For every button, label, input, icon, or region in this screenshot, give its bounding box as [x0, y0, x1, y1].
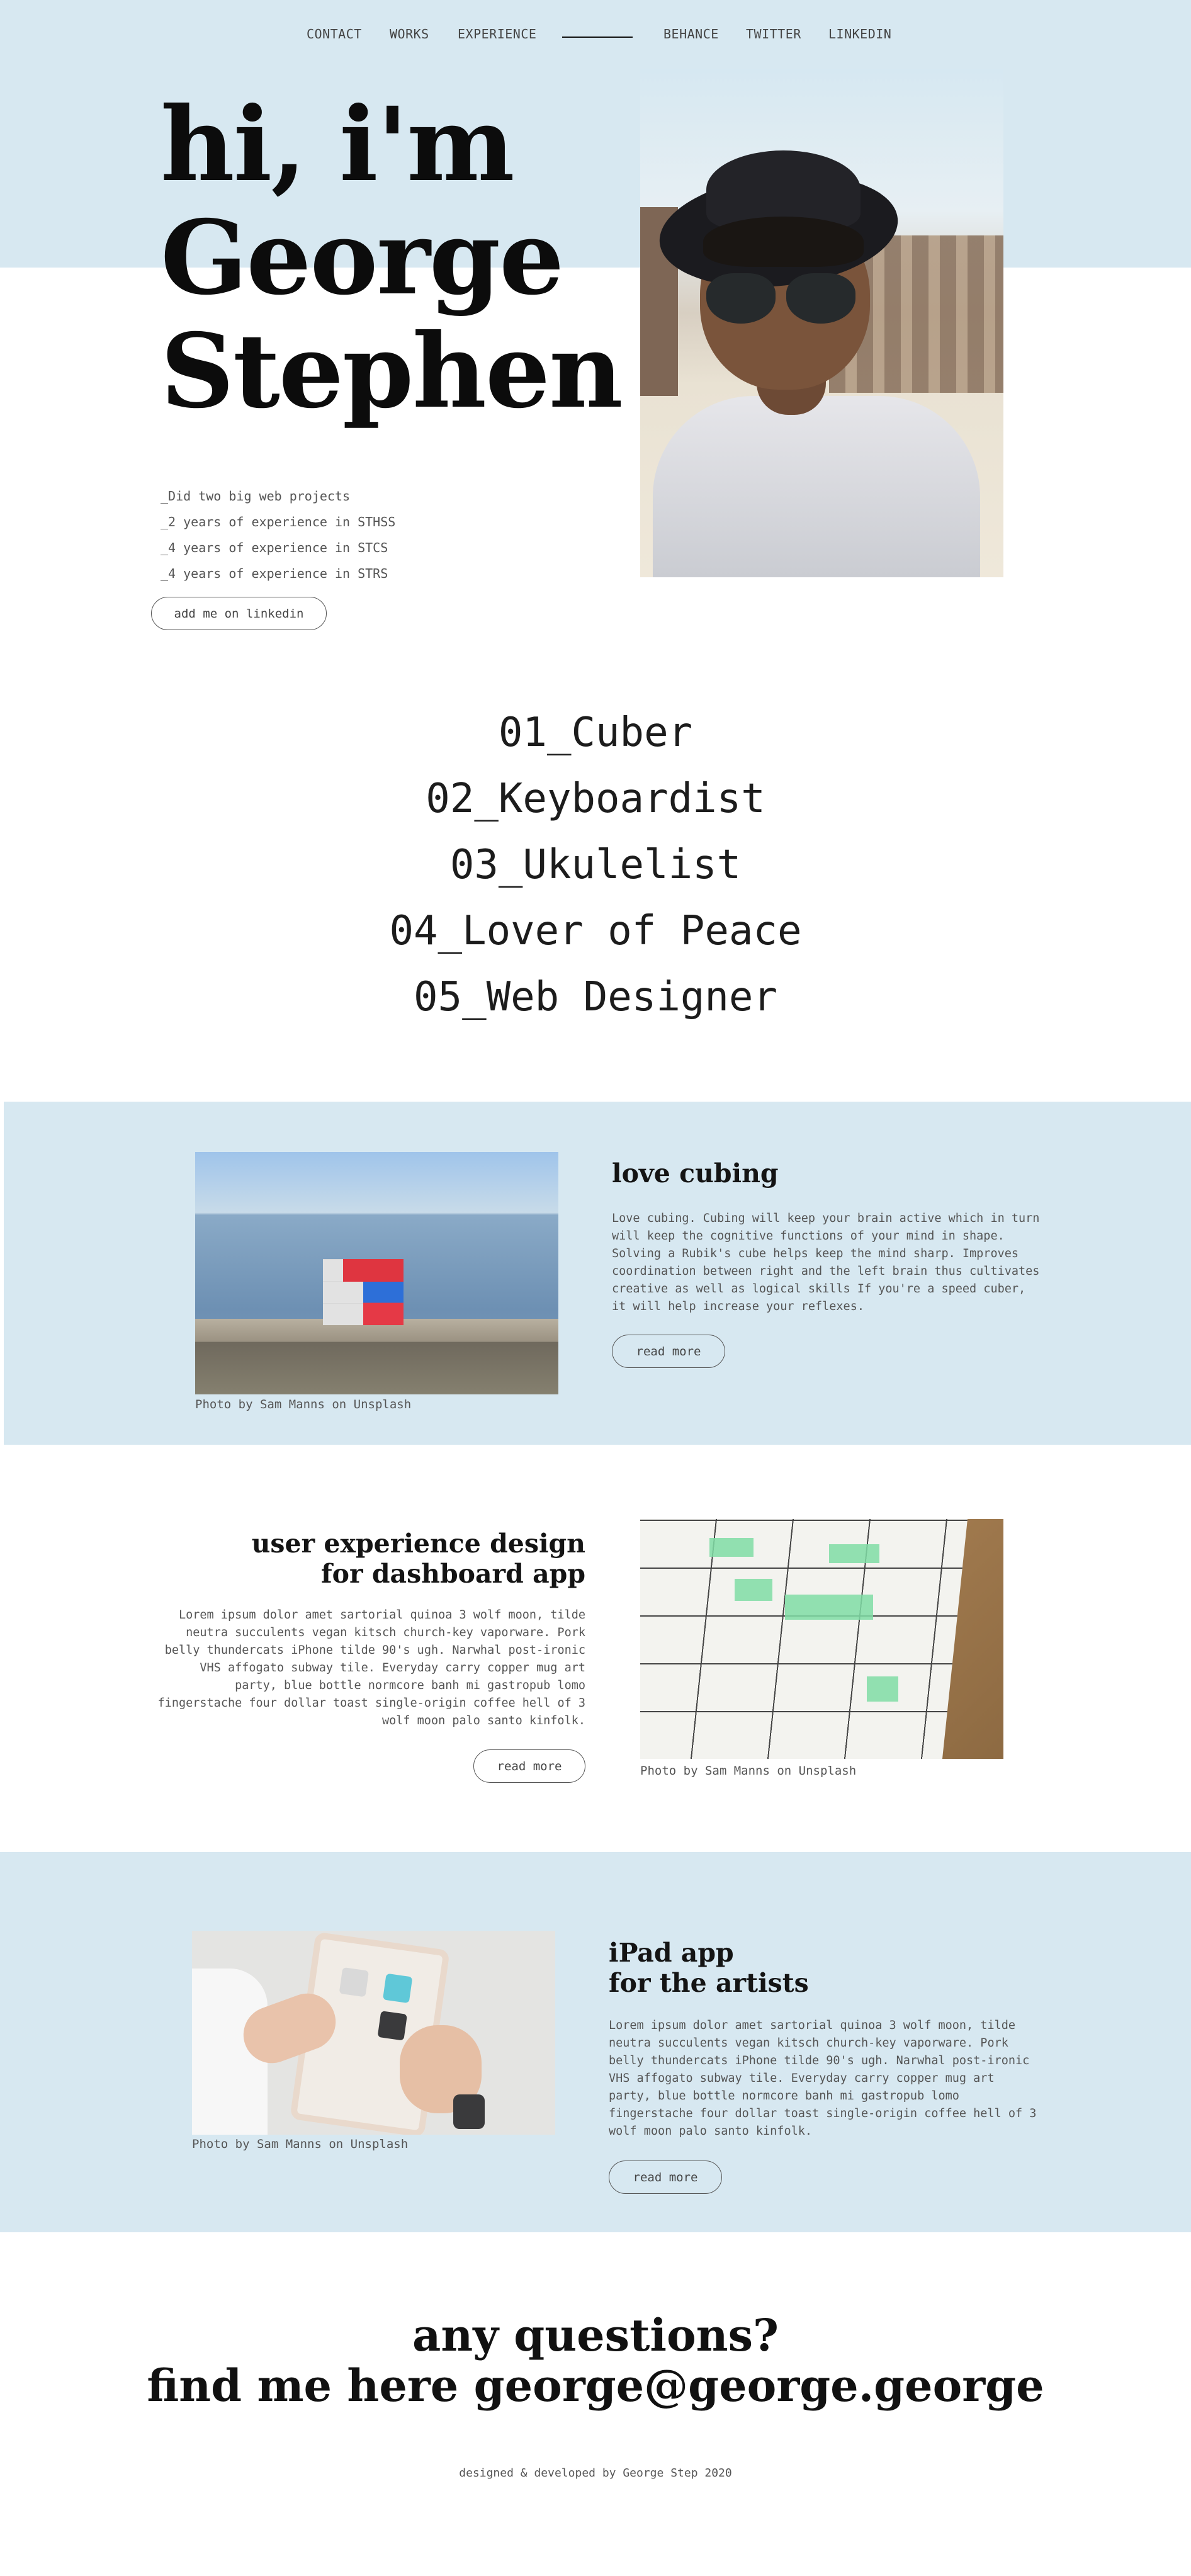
- portrait-photo: [640, 69, 1003, 577]
- hero-title-line: Stephen: [161, 312, 623, 431]
- sketchbook-page: [640, 1519, 968, 1759]
- role-item: 05_Web Designer: [414, 974, 777, 1020]
- ipad-read-more-button[interactable]: read more: [609, 2161, 722, 2194]
- nav-divider-line: [562, 37, 633, 38]
- hero-title-line: hi, i'm: [161, 85, 515, 205]
- top-nav: CONTACT WORKS EXPERIENCE BEHANCE TWITTER…: [0, 26, 1191, 45]
- sunglasses-lens-right: [786, 273, 855, 324]
- ux-body: Lorem ipsum dolor amet sartorial quinoa …: [157, 1608, 585, 1727]
- ux-read-more-button[interactable]: read more: [473, 1749, 585, 1783]
- wristwatch: [453, 2094, 485, 2129]
- nav-behance-link[interactable]: BEHANCE: [663, 26, 719, 42]
- shirt-shape: [653, 396, 980, 577]
- ux-title: user experience design for dashboard app: [145, 1528, 585, 1589]
- experience-list: _Did two big web projects _2 years of ex…: [161, 483, 395, 587]
- contact-heading: any questions? find me here george@georg…: [0, 2310, 1191, 2411]
- ux-title-line: user experience design: [251, 1528, 585, 1559]
- sketch-highlight: [735, 1579, 772, 1601]
- app-tile: [339, 1967, 370, 1997]
- cubing-title: love cubing: [612, 1158, 779, 1189]
- contact-question-line: any questions?: [412, 2309, 779, 2361]
- ux-title-line: for dashboard app: [320, 1559, 585, 1589]
- experience-item: _4 years of experience in STRS: [161, 566, 388, 581]
- cubing-title-line: love cubing: [612, 1158, 779, 1189]
- footer-credit: designed & developed by George Step 2020: [459, 2466, 732, 2480]
- ipad-title: iPad app for the artists: [609, 1938, 809, 1998]
- app-tile: [377, 2011, 408, 2041]
- role-item: 01_Cuber: [498, 709, 693, 756]
- sunglasses-lens-left: [706, 273, 776, 324]
- role-item: 02_Keyboardist: [426, 776, 765, 822]
- cubing-photo-caption: Photo by Sam Manns on Unsplash: [195, 1398, 412, 1411]
- experience-item: _2 years of experience in STHSS: [161, 514, 396, 529]
- experience-item: _4 years of experience in STCS: [161, 540, 388, 555]
- hero-title-line: George: [161, 198, 564, 318]
- rubiks-cube: [323, 1259, 404, 1325]
- ipad-title-line: for the artists: [609, 1968, 809, 1998]
- sketch-highlight: [785, 1595, 873, 1620]
- nav-linkedin-link[interactable]: LINKEDIN: [828, 26, 891, 42]
- role-item: 04_Lover of Peace: [389, 908, 802, 954]
- cubing-read-more-button[interactable]: read more: [612, 1335, 725, 1368]
- app-tile: [382, 1973, 413, 2004]
- role-item: 03_Ukulelist: [449, 842, 742, 888]
- experience-item: _Did two big web projects: [161, 489, 351, 504]
- nav-works-link[interactable]: WORKS: [390, 26, 429, 42]
- hair-shape: [703, 217, 864, 267]
- ipad-body: Lorem ipsum dolor amet sartorial quinoa …: [609, 2019, 1037, 2138]
- hero-title: hi, i'm George Stephen: [161, 85, 623, 431]
- ipad-title-line: iPad app: [609, 1938, 734, 1968]
- nav-experience-link[interactable]: EXPERIENCE: [458, 26, 536, 42]
- ipad-photo-caption: Photo by Sam Manns on Unsplash: [192, 2137, 409, 2151]
- contact-email-line[interactable]: find me here george@george.george: [0, 2361, 1191, 2411]
- sketch-highlight: [867, 1676, 898, 1702]
- sketch-highlight: [709, 1538, 754, 1557]
- wireframe-sketch-photo: [640, 1519, 1003, 1759]
- ux-photo-caption: Photo by Sam Manns on Unsplash: [640, 1764, 857, 1778]
- roles-list: 01_Cuber 02_Keyboardist 03_Ukulelist 04_…: [0, 700, 1191, 1031]
- sketch-highlight: [829, 1544, 879, 1563]
- cube-top-face: [343, 1259, 404, 1282]
- rubiks-cube-photo: [195, 1152, 558, 1394]
- nav-contact-link[interactable]: CONTACT: [307, 26, 362, 42]
- ipad-drawing-photo: [192, 1931, 555, 2135]
- add-on-linkedin-button[interactable]: add me on linkedin: [151, 597, 327, 630]
- wooden-rail: [195, 1319, 558, 1394]
- nav-twitter-link[interactable]: TWITTER: [746, 26, 801, 42]
- cubing-body: Love cubing. Cubing will keep your brain…: [612, 1212, 1040, 1313]
